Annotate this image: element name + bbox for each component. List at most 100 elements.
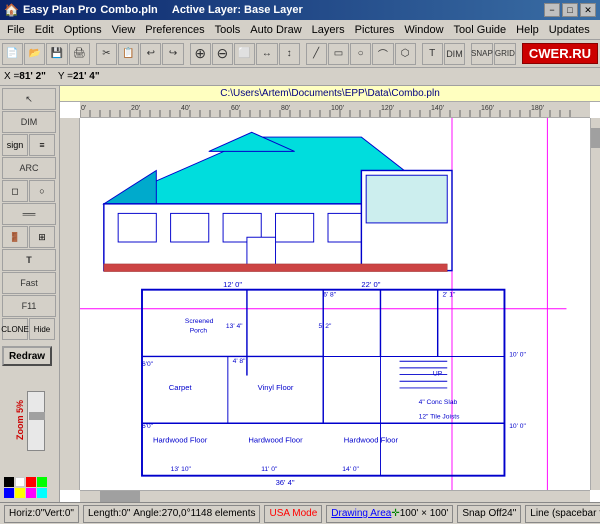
ruler-top: 0'20'40'60'80'100'120'140'160'180' <box>80 102 590 118</box>
text-tool-button-left[interactable]: T <box>2 249 56 271</box>
redraw-button[interactable]: Redraw <box>2 346 52 366</box>
zoom-slider[interactable] <box>27 391 45 451</box>
menu-pictures[interactable]: Pictures <box>350 22 400 38</box>
snap-value: 24" <box>502 508 517 519</box>
drawing-canvas[interactable]: 12' 0" 22' 0" <box>80 118 590 490</box>
menu-help[interactable]: Help <box>511 22 544 38</box>
shape-tool-button[interactable]: ◻ <box>2 180 28 202</box>
draw-line-button[interactable]: ╱ <box>306 43 327 65</box>
zoom-out-button[interactable]: ⊖ <box>212 43 233 65</box>
menu-window[interactable]: Window <box>399 22 448 38</box>
color-yellow[interactable] <box>15 488 25 498</box>
fast-tool-button[interactable]: Fast <box>2 272 56 294</box>
menu-toolguide[interactable]: Tool Guide <box>449 22 512 38</box>
menu-tools[interactable]: Tools <box>210 22 246 38</box>
f11-tool-button[interactable]: F11 <box>2 295 56 317</box>
svg-text:180': 180' <box>531 105 544 112</box>
svg-text:Vinyl Floor: Vinyl Floor <box>258 383 294 392</box>
color-red[interactable] <box>26 477 36 487</box>
svg-text:11' 0": 11' 0" <box>261 466 278 473</box>
menu-updates[interactable]: Updates <box>544 22 595 38</box>
minimize-button[interactable]: − <box>544 3 560 17</box>
cwer-logo: CWER.RU <box>522 43 598 64</box>
zoom-height-button[interactable]: ↕ <box>279 43 300 65</box>
svg-text:4' 8": 4' 8" <box>233 358 247 365</box>
menu-file[interactable]: File <box>2 22 30 38</box>
coords-bar: X = 81' 2" Y = 21' 4" <box>0 68 600 86</box>
svg-text:60': 60' <box>231 105 240 112</box>
color-blue[interactable] <box>4 488 14 498</box>
grid-button[interactable]: GRID <box>494 43 516 65</box>
zoom-in-button[interactable]: ⊕ <box>190 43 211 65</box>
snap-button[interactable]: SNAP <box>471 43 493 65</box>
drawing-area-label: Drawing Area <box>331 508 391 519</box>
color-green[interactable] <box>37 477 47 487</box>
redo-button[interactable]: ↪ <box>162 43 183 65</box>
close-button[interactable]: ✕ <box>580 3 596 17</box>
zoom-fit-button[interactable]: ⬜ <box>234 43 255 65</box>
wall-tool-button[interactable]: ══ <box>2 203 56 225</box>
line-status[interactable]: Line (spacebar to change) <box>525 505 600 523</box>
door-tool-button[interactable]: 🚪 <box>2 226 28 248</box>
svg-text:13' 4": 13' 4" <box>226 323 243 330</box>
window-tool-button[interactable]: ⊞ <box>29 226 55 248</box>
filepath-bar: C:\Users\Artem\Documents\EPP\Data\Combo.… <box>60 86 600 102</box>
circle-tool-button[interactable]: ○ <box>29 180 55 202</box>
color-magenta[interactable] <box>26 488 36 498</box>
zoom-label: Zoom 5% <box>15 400 25 440</box>
snap-status[interactable]: Snap Off 24" <box>457 505 521 523</box>
undo-button[interactable]: ↩ <box>140 43 161 65</box>
menu-preferences[interactable]: Preferences <box>140 22 209 38</box>
zoom-width-button[interactable]: ↔ <box>256 43 277 65</box>
scrollbar-right[interactable] <box>590 118 600 490</box>
scrollbar-bottom[interactable] <box>80 490 590 502</box>
hide-tool-button[interactable]: Hide <box>29 318 55 340</box>
color-palette <box>2 475 57 500</box>
sign-tool-button[interactable]: sign <box>2 134 28 156</box>
mode-label: USA Mode <box>269 508 317 519</box>
maximize-button[interactable]: □ <box>562 3 578 17</box>
svg-text:6' 8": 6' 8" <box>323 291 337 298</box>
svg-text:40': 40' <box>181 105 190 112</box>
clone-tool-button[interactable]: CLONE <box>2 318 28 340</box>
menu-layers[interactable]: Layers <box>307 22 350 38</box>
x-label: X = <box>4 71 19 82</box>
cut-button[interactable]: ✂ <box>96 43 117 65</box>
print-button[interactable]: 🖨 <box>69 43 90 65</box>
svg-text:0': 0' <box>81 105 86 112</box>
new-button[interactable]: 📄 <box>2 43 23 65</box>
color-black[interactable] <box>4 477 14 487</box>
dim-tool-button[interactable]: DIM <box>2 111 56 133</box>
angle-value: 270,0° <box>162 508 191 519</box>
app-name: Easy Plan Pro <box>23 4 96 16</box>
svg-text:Screened: Screened <box>185 318 214 325</box>
svg-text:14' 0": 14' 0" <box>342 466 359 473</box>
length-value: 0" <box>121 508 130 519</box>
menu-edit[interactable]: Edit <box>30 22 59 38</box>
select-tool-button[interactable]: ↖ <box>2 88 56 110</box>
open-button[interactable]: 📂 <box>24 43 45 65</box>
menu-autodraw[interactable]: Auto Draw <box>245 22 306 38</box>
arc-tool-button[interactable]: ARC <box>2 157 56 179</box>
dim-button[interactable]: DIM <box>444 43 465 65</box>
draw-poly-button[interactable]: ⬡ <box>395 43 416 65</box>
menu-options[interactable]: Options <box>59 22 107 38</box>
menu-view[interactable]: View <box>107 22 141 38</box>
text-tool-button[interactable]: T <box>422 43 443 65</box>
elements-count: 1148 elements <box>191 508 256 519</box>
color-cyan[interactable] <box>37 488 47 498</box>
canvas-area[interactable]: C:\Users\Artem\Documents\EPP\Data\Combo.… <box>60 86 600 502</box>
svg-text:10' 0": 10' 0" <box>509 351 526 358</box>
draw-rect-button[interactable]: ▭ <box>328 43 349 65</box>
draw-arc-button[interactable]: ⌒ <box>372 43 393 65</box>
misc-tool-button[interactable]: ≡ <box>29 134 55 156</box>
y-label: Y = <box>58 71 73 82</box>
drawing-area-status[interactable]: Drawing Area ✛ 100' × 100' <box>326 505 453 523</box>
svg-text:80': 80' <box>281 105 290 112</box>
color-white[interactable] <box>15 477 25 487</box>
mode-status[interactable]: USA Mode <box>264 505 322 523</box>
line-label: Line (spacebar to change) <box>530 508 600 519</box>
draw-circle-button[interactable]: ○ <box>350 43 371 65</box>
save-button[interactable]: 💾 <box>46 43 67 65</box>
copy-button[interactable]: 📋 <box>118 43 139 65</box>
